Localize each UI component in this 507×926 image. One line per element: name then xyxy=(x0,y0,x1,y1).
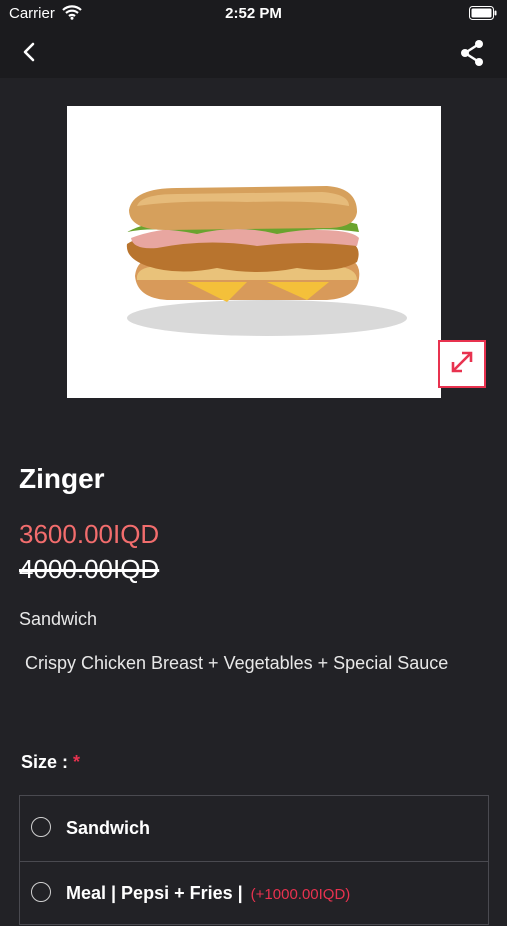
product-image xyxy=(67,106,441,398)
required-mark: * xyxy=(73,752,81,772)
size-option-label: Meal | Pepsi + Fries | (+1000.00IQD) xyxy=(66,883,350,904)
size-option-extra-price: (+1000.00IQD) xyxy=(250,886,351,903)
size-label-text: Size : xyxy=(21,752,69,772)
radio-button[interactable] xyxy=(31,817,51,837)
status-bar: Carrier 2:52 PM xyxy=(0,0,507,28)
product-title: Zinger xyxy=(19,463,105,494)
expand-image-button[interactable] xyxy=(438,340,486,388)
clock: 2:52 PM xyxy=(225,5,282,22)
size-option-label-text: Meal | Pepsi + Fries | xyxy=(66,883,243,903)
size-option-meal[interactable]: Meal | Pepsi + Fries | (+1000.00IQD) xyxy=(20,861,488,926)
back-chevron-icon[interactable] xyxy=(18,40,40,69)
product-category: Sandwich xyxy=(19,609,98,629)
product-description: Crispy Chicken Breast + Vegetables + Spe… xyxy=(25,653,449,673)
size-section-label: Size : * xyxy=(21,752,80,773)
size-options: Sandwich Meal | Pepsi + Fries | (+1000.00… xyxy=(19,795,489,925)
expand-icon xyxy=(449,349,475,380)
product-price: 3600.00IQD xyxy=(19,519,160,549)
navigation-bar xyxy=(0,28,507,78)
battery-icon xyxy=(469,6,497,24)
radio-button[interactable] xyxy=(31,882,51,902)
size-option-sandwich[interactable]: Sandwich xyxy=(20,796,488,862)
product-old-price: 4000.00IQD xyxy=(19,554,160,584)
share-icon[interactable] xyxy=(459,39,485,72)
size-option-label: Sandwich xyxy=(66,818,151,838)
